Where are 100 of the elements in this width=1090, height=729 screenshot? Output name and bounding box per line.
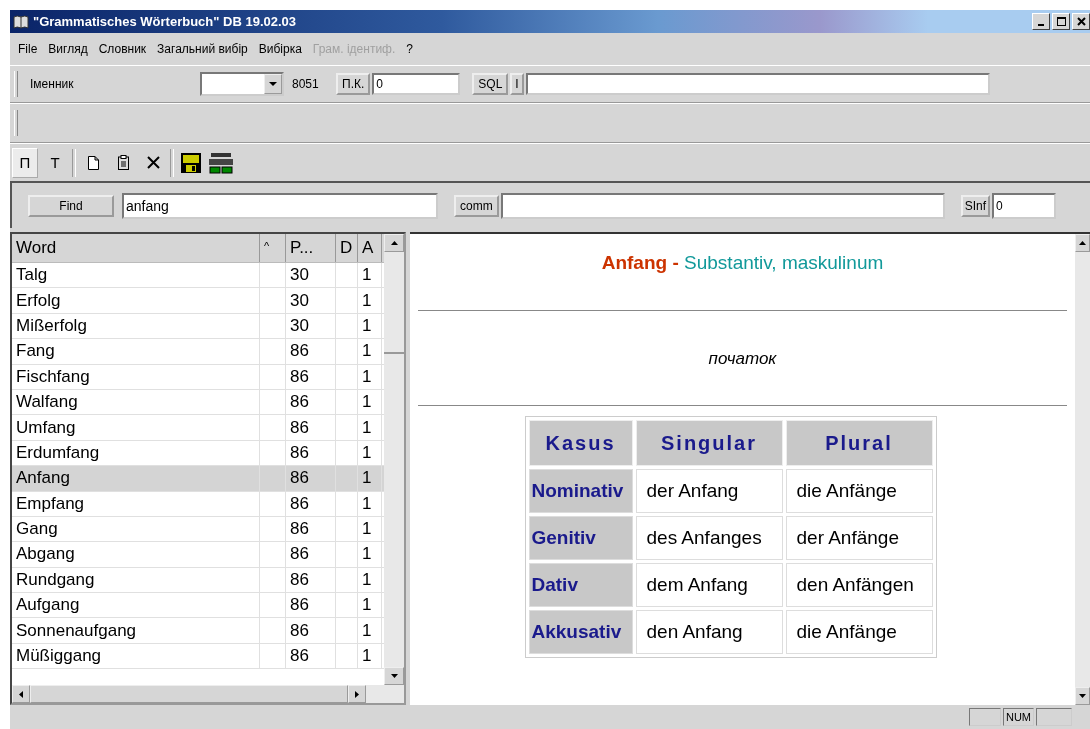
word-cell: Abgang <box>12 542 260 567</box>
word-cell: Empfang <box>12 491 260 516</box>
number-cell: 1 <box>358 516 382 542</box>
number-cell: 1 <box>358 618 382 643</box>
column-header[interactable]: A <box>358 234 382 262</box>
up-arrow-icon <box>390 241 398 245</box>
word-row[interactable]: Talg 30 1 <box>12 263 384 289</box>
minimize-icon <box>1038 23 1044 26</box>
sql-button[interactable]: SQL <box>472 73 509 95</box>
word-row[interactable]: Sonnenaufgang 86 1 <box>12 618 384 644</box>
up-arrow-icon <box>1079 241 1086 245</box>
column-header[interactable]: D <box>336 234 358 262</box>
horizontal-scrollbar[interactable] <box>12 685 404 703</box>
comment-field[interactable] <box>500 192 945 219</box>
comm-button[interactable]: comm <box>454 194 499 217</box>
maximize-button[interactable] <box>1052 13 1070 30</box>
number-cell: 1 <box>358 313 382 339</box>
word-row[interactable]: Rundgang 86 1 <box>12 567 384 594</box>
word-cell: Sonnenaufgang <box>12 618 260 643</box>
pk-field[interactable]: 0 <box>372 73 461 95</box>
word-row[interactable]: Müßiggang 86 1 <box>12 643 384 670</box>
word-row[interactable]: Umfang 86 1 <box>12 415 384 441</box>
number-cell: 86 <box>286 618 336 643</box>
menu-item[interactable]: Словник <box>98 42 147 56</box>
word-cell: Talg <box>12 263 260 288</box>
number-cell: 1 <box>358 288 382 313</box>
column-header[interactable]: Word <box>12 234 260 262</box>
close-button[interactable] <box>1072 13 1090 30</box>
book-icon <box>13 14 29 29</box>
word-row[interactable]: Aufgang 86 1 <box>12 593 384 619</box>
search-field[interactable]: anfang <box>122 192 438 219</box>
sql-field[interactable] <box>525 73 990 95</box>
vertical-scrollbar[interactable] <box>1075 234 1090 705</box>
pk-button[interactable]: П.К. <box>336 73 371 95</box>
menu-item[interactable]: Вибірка <box>258 42 302 56</box>
minimize-button[interactable] <box>1032 13 1050 30</box>
case-cell: Genitiv <box>528 516 633 560</box>
word-row[interactable]: Fang 86 1 <box>12 339 384 365</box>
word-cell: Erfolg <box>12 288 260 313</box>
number-cell: 86 <box>286 364 336 389</box>
column-header[interactable]: P... <box>286 234 336 262</box>
menu-item[interactable]: Загальний вибір <box>157 42 248 56</box>
number-cell: 86 <box>286 593 336 618</box>
keyboard-icon <box>209 151 233 174</box>
category-label: Іменник <box>30 77 75 91</box>
number-cell: 86 <box>286 440 336 466</box>
case-cell: Nominativ <box>528 469 633 513</box>
table-cell: der Anfänge <box>785 516 933 560</box>
close-icon <box>1076 17 1086 26</box>
number-cell: 86 <box>286 516 336 542</box>
table-cell: die Anfänge <box>785 610 933 654</box>
slnf-field[interactable]: 0 <box>992 192 1057 219</box>
slnf-button[interactable]: SInf <box>960 194 991 217</box>
table-header: Singular <box>635 420 783 466</box>
word-row[interactable]: Gang 86 1 <box>12 516 384 543</box>
right-arrow-icon <box>355 690 359 698</box>
number-cell: 1 <box>358 415 382 440</box>
count-label: 8051 <box>292 77 320 91</box>
word-row[interactable]: Walfang 86 1 <box>12 389 384 416</box>
number-cell: 86 <box>286 466 336 491</box>
find-button[interactable]: Find <box>28 194 114 217</box>
word-cell: Gang <box>12 516 260 542</box>
cross-icon <box>146 156 160 169</box>
word-row[interactable]: Anfang 86 1 <box>12 466 384 492</box>
category-dropdown[interactable] <box>200 72 284 96</box>
word-row[interactable]: Fischfang 86 1 <box>12 364 384 390</box>
table-cell: dem Anfang <box>635 563 783 607</box>
word-cell: Fang <box>12 339 260 364</box>
number-cell: 86 <box>286 567 336 593</box>
menu-item[interactable]: Вигляд <box>48 42 88 56</box>
number-cell: 1 <box>358 567 382 593</box>
number-cell: 86 <box>286 491 336 516</box>
case-cell: Akkusativ <box>528 610 633 654</box>
word-cell: Anfang <box>12 466 260 491</box>
column-header[interactable]: ^ <box>260 234 286 262</box>
table-cell: die Anfänge <box>785 469 933 513</box>
i-button[interactable]: I <box>510 73 524 95</box>
word-cell: Müßiggang <box>12 643 260 669</box>
menu-item[interactable]: ? <box>406 42 413 56</box>
word-row[interactable]: Abgang 86 1 <box>12 542 384 568</box>
number-cell: 1 <box>358 440 382 466</box>
word-cell: Walfang <box>12 389 260 415</box>
word-cell: Umfang <box>12 415 260 440</box>
word-cell: Aufgang <box>12 593 260 618</box>
case-cell: Dativ <box>528 563 633 607</box>
word-row[interactable]: Erfolg 30 1 <box>12 288 384 314</box>
vertical-scrollbar[interactable] <box>384 234 404 685</box>
table-header: Kasus <box>528 420 633 466</box>
table-cell: den Anfängen <box>785 563 933 607</box>
number-cell: 86 <box>286 415 336 440</box>
maximize-icon <box>1056 17 1066 26</box>
table-cell: den Anfang <box>635 610 783 654</box>
mode-button[interactable]: П <box>12 147 38 178</box>
menu-item[interactable]: File <box>18 42 38 56</box>
number-cell: 1 <box>358 263 382 288</box>
number-cell: 1 <box>358 389 382 415</box>
translation-text: початок <box>707 349 778 369</box>
table-cell: der Anfang <box>635 469 783 513</box>
word-row[interactable]: Mißerfolg 30 1 <box>12 313 384 340</box>
word-row[interactable]: Empfang 86 1 <box>12 491 384 517</box>
